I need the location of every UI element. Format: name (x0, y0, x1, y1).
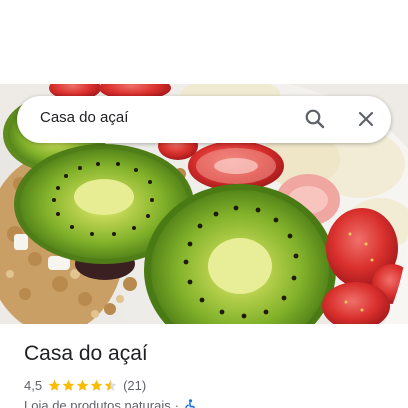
category-row: Loja de produtos naturais · (24, 398, 196, 408)
search-button[interactable] (301, 105, 329, 133)
place-details-panel: Casa do açaí 4,5 (21) Loja de produtos n… (0, 324, 408, 408)
star-rating (48, 379, 118, 392)
star-icon (76, 379, 89, 391)
place-title: Casa do açaí (24, 342, 148, 365)
star-icon (90, 379, 103, 391)
wheelchair-icon (185, 398, 196, 408)
place-category: Loja de produtos naturais (24, 398, 171, 408)
rating-row[interactable]: 4,5 (21) (24, 376, 146, 394)
star-icon (62, 379, 75, 391)
search-icon (305, 109, 325, 129)
star-icon (104, 379, 117, 391)
search-input[interactable]: Casa do açaí (40, 109, 128, 126)
star-icon (48, 379, 61, 391)
search-bar[interactable]: Casa do açaí (17, 96, 391, 143)
clear-search-button[interactable] (352, 105, 380, 133)
map-area-top (0, 0, 408, 84)
close-icon (358, 111, 374, 127)
review-count[interactable]: (21) (123, 378, 146, 393)
rating-value: 4,5 (24, 377, 43, 393)
separator-dot: · (174, 398, 180, 408)
maps-screen: Casa do açaí Casa do açaí 4,5 (21) Loja … (0, 0, 408, 408)
